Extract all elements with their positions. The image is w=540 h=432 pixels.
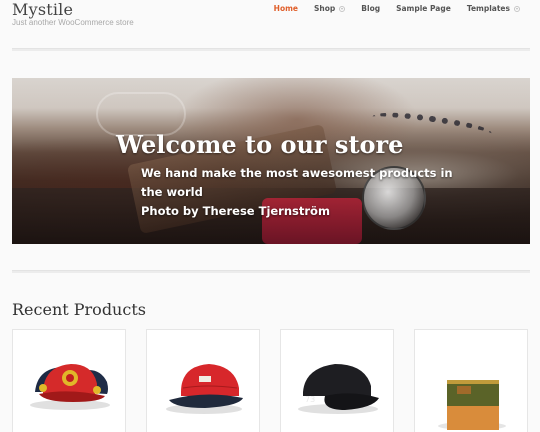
site-tagline: Just another WooCommerce store [12,18,134,27]
black-cap-icon: 73 [298,364,379,414]
hero-text-line: the world [141,185,203,199]
header-divider [12,48,530,51]
product-card[interactable] [146,329,260,432]
hero-title: Welcome to our store [116,130,404,159]
nav-item-label: Sample Page [396,4,451,13]
hero-text-line: Photo by Therese Tjernström [141,204,330,218]
nav-item-shop[interactable]: Shop [306,4,353,13]
nav-item-sample-page[interactable]: Sample Page [388,4,459,13]
site-title[interactable]: Mystile [12,0,73,19]
chevron-down-icon [339,5,346,12]
product-grid: 73 [12,329,530,432]
nav-item-label: Home [273,4,299,13]
hero-banner: Welcome to our store We hand make the mo… [12,78,530,244]
red-cap-icon [166,364,243,414]
site-header: Mystile Just another WooCommerce store H… [0,0,540,48]
chevron-down-icon [514,5,520,12]
nav-item-label: Templates [466,4,510,13]
nav-item-home[interactable]: Home [266,4,306,13]
svg-text:73: 73 [305,395,315,404]
hero-text-line: We hand make the most awesomest products… [141,166,453,180]
nav-item-templates[interactable]: Templates [459,4,528,13]
product-card[interactable]: 73 [280,329,394,432]
wallet-icon [438,380,506,430]
product-card[interactable] [12,329,126,432]
hero-text: We hand make the most awesomest products… [141,164,453,221]
nav-item-blog[interactable]: Blog [353,4,388,13]
nav-item-label: Shop [314,4,336,13]
nav-item-label: Blog [361,4,381,13]
red-cap-icon [30,364,110,410]
product-card[interactable] [414,329,528,432]
section-divider [12,270,530,273]
main-nav: Home Shop Blog Sample Page Templates [266,4,528,13]
recent-products-title: Recent Products [12,300,146,319]
